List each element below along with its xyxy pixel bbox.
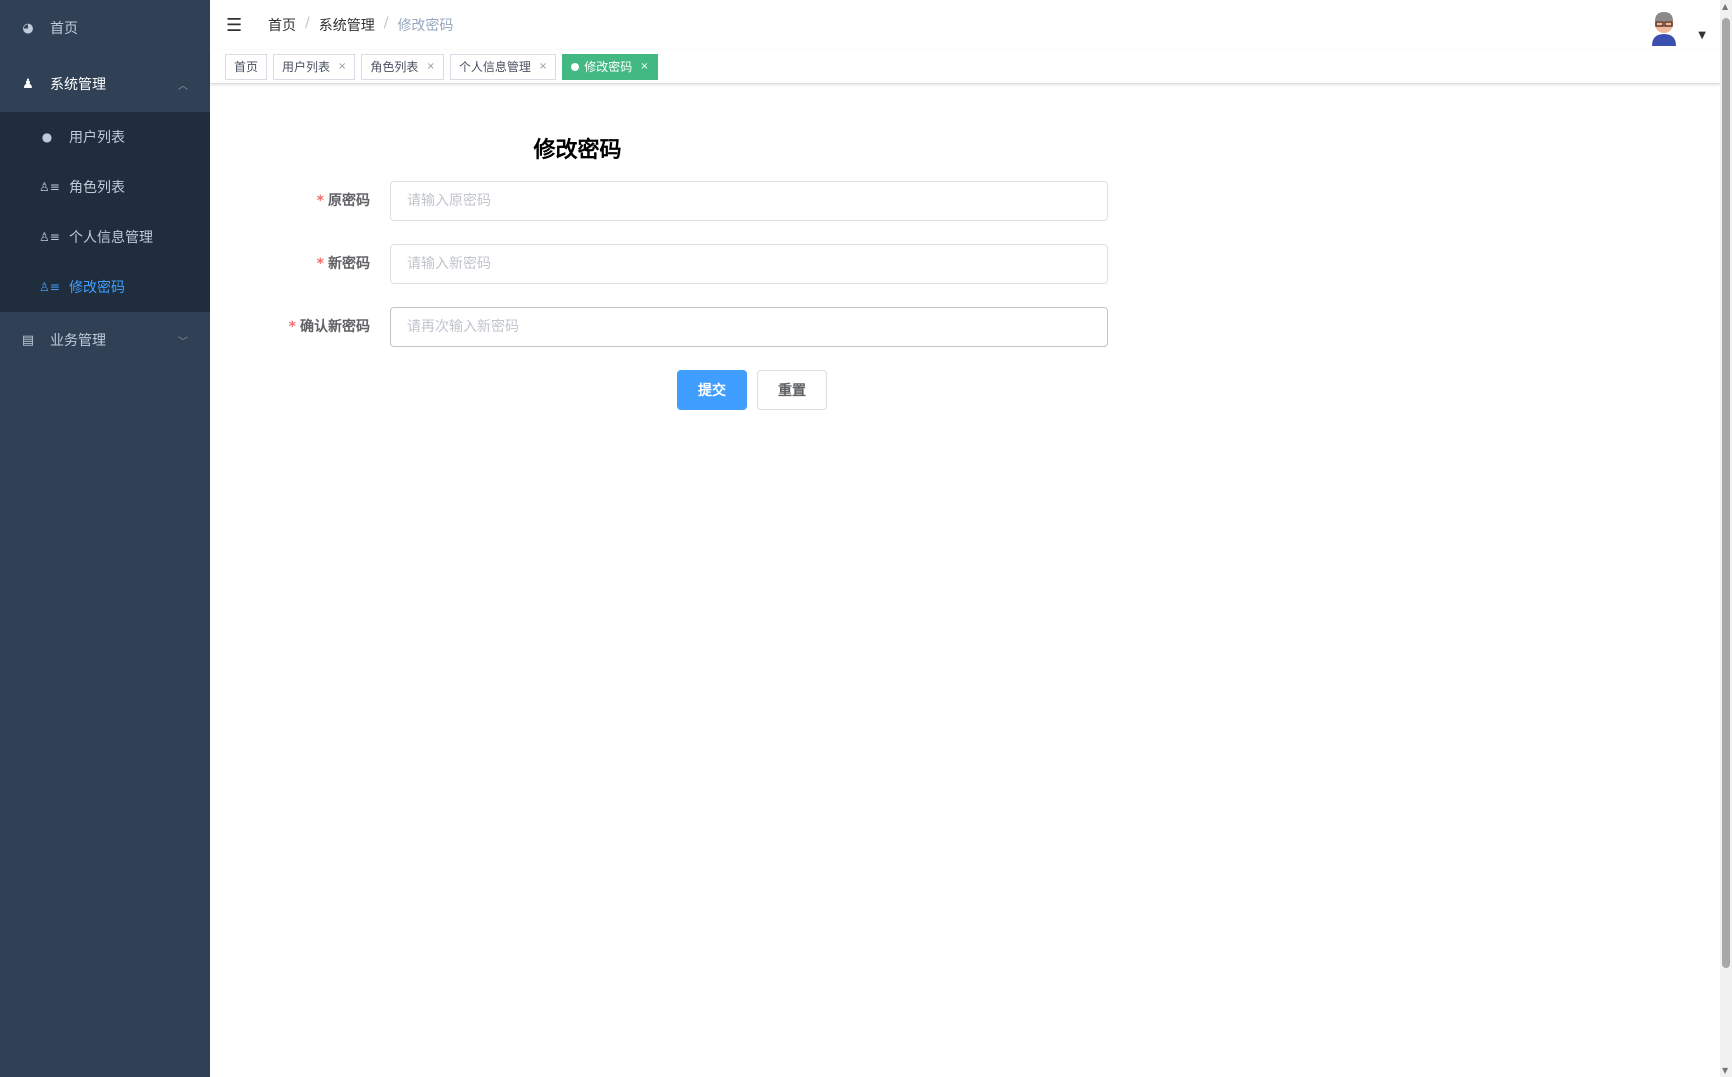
confirm-password-input[interactable] (390, 307, 1108, 347)
tag-user-list[interactable]: 用户列表× (273, 54, 355, 80)
sidebar-item-label: 修改密码 (69, 277, 125, 297)
sidebar-item-system[interactable]: ♟ 系统管理 ︿ (0, 56, 210, 112)
sidebar-item-label: 角色列表 (69, 177, 125, 197)
sidebar-item-label: 系统管理 (50, 74, 106, 94)
scroll-up-icon[interactable]: ▲ (1722, 2, 1728, 11)
close-icon[interactable]: × (640, 61, 648, 72)
chevron-down-icon: ﹀ (178, 333, 188, 348)
tag-role-list[interactable]: 角色列表× (361, 54, 443, 80)
breadcrumb-current: 修改密码 (397, 15, 453, 35)
sidebar-item-profile[interactable]: ♙≡ 个人信息管理 (0, 212, 210, 262)
breadcrumb-system[interactable]: 系统管理 (319, 15, 375, 35)
new-password-input[interactable] (390, 244, 1108, 284)
sidebar: ◕ 首页 ♟ 系统管理 ︿ ● 用户列表 ♙≡ 角色列表 ♙≡ 个人信息管理 ♙≡ 修改… (0, 0, 210, 1077)
user-icon: ● (39, 130, 55, 144)
sidebar-item-change-password[interactable]: ♙≡ 修改密码 (0, 262, 210, 312)
user-list-icon: ♙≡ (39, 180, 55, 194)
close-icon[interactable]: × (426, 61, 434, 72)
confirm-password-row: *确认新密码 (250, 307, 1108, 347)
sidebar-item-label: 用户列表 (69, 127, 125, 147)
document-icon: ▤ (20, 333, 36, 348)
close-icon[interactable]: × (539, 61, 547, 72)
sidebar-item-home[interactable]: ◕ 首页 (0, 0, 210, 56)
navbar: ☰ 首页/ 系统管理/ 修改密码 ▼ (210, 0, 1720, 50)
breadcrumb: 首页/ 系统管理/ 修改密码 (268, 15, 453, 35)
chevron-up-icon: ︿ (178, 77, 188, 92)
sidebar-item-label: 业务管理 (50, 330, 106, 350)
caret-down-icon[interactable]: ▼ (1698, 30, 1706, 41)
scroll-down-icon[interactable]: ▼ (1722, 1066, 1728, 1075)
user-list-icon: ♙≡ (39, 230, 55, 244)
hamburger-icon[interactable]: ☰ (226, 15, 246, 36)
user-settings-icon: ♟ (20, 77, 36, 92)
form-title: 修改密码 (490, 132, 665, 164)
scrollbar-thumb[interactable] (1722, 18, 1730, 968)
tag-home[interactable]: 首页 (225, 54, 267, 80)
avatar[interactable] (1644, 6, 1684, 46)
reset-button[interactable]: 重置 (757, 370, 827, 410)
new-password-label: *新密码 (317, 244, 370, 284)
sidebar-item-label: 个人信息管理 (69, 227, 153, 247)
breadcrumb-home[interactable]: 首页 (268, 15, 296, 35)
user-list-icon: ♙≡ (39, 280, 55, 294)
submit-button[interactable]: 提交 (677, 370, 747, 410)
dot-icon (571, 63, 579, 71)
scrollbar[interactable]: ▲ ▼ (1720, 0, 1732, 1077)
sidebar-item-role-list[interactable]: ♙≡ 角色列表 (0, 162, 210, 212)
sidebar-item-business[interactable]: ▤ 业务管理 ﹀ (0, 312, 210, 368)
tag-change-password[interactable]: 修改密码× (562, 54, 657, 80)
tags-view: 首页 用户列表× 角色列表× 个人信息管理× 修改密码× (210, 50, 1720, 84)
close-icon[interactable]: × (338, 61, 346, 72)
submenu-system: ● 用户列表 ♙≡ 角色列表 ♙≡ 个人信息管理 ♙≡ 修改密码 (0, 112, 210, 312)
confirm-password-label: *确认新密码 (289, 307, 370, 347)
old-password-label: *原密码 (317, 181, 370, 221)
tag-profile[interactable]: 个人信息管理× (450, 54, 556, 80)
sidebar-item-label: 首页 (50, 18, 78, 38)
sidebar-item-user-list[interactable]: ● 用户列表 (0, 112, 210, 162)
dashboard-icon: ◕ (20, 21, 36, 36)
old-password-row: *原密码 (250, 181, 1108, 221)
new-password-row: *新密码 (250, 244, 1108, 284)
old-password-input[interactable] (390, 181, 1108, 221)
